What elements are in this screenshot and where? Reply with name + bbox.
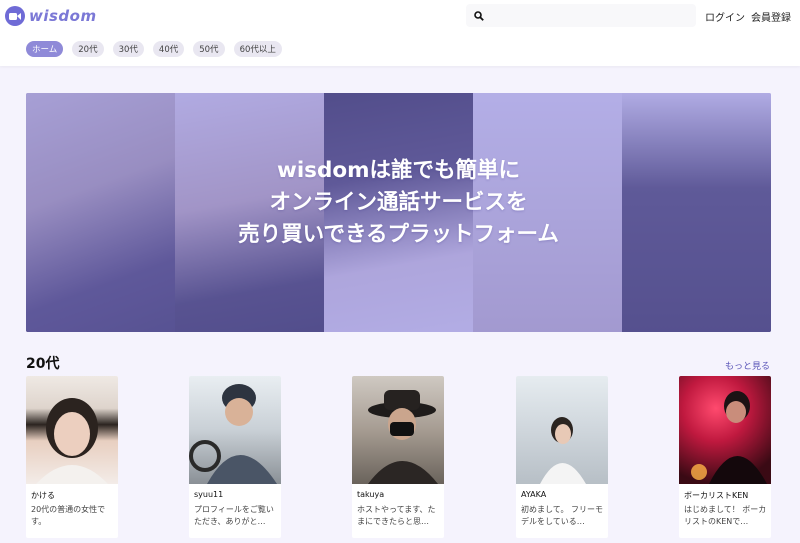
avatar [679,376,771,484]
card-name: takuya [357,490,385,499]
hero-line-3: 売り買いできるプラットフォーム [238,222,559,247]
card-name: かける [31,491,55,500]
card-description: プロフィールをご覧いただき、ありがと… [194,505,274,526]
category-tabs: ホーム 20代 30代 40代 50代 60代以上 [26,41,282,57]
tab-40s[interactable]: 40代 [152,41,185,57]
tab-20s[interactable]: 20代 [72,41,104,57]
card-description: 20代の普通の女性です。 [31,505,106,526]
profile-card[interactable]: ボーカリストKEN はじめまして！ ボーカリストのKENで… [679,376,771,538]
card-description: ホストやってます、たまにできたらと思… [357,505,436,526]
search-bar[interactable] [466,4,696,27]
card-description: 初めまして。 フリーモデルをしている… [521,505,604,526]
header: wisdom ログイン 会員登録 ホーム 20代 30代 40代 50代 60代… [0,0,800,66]
register-link[interactable]: 会員登録 [751,9,791,24]
card-description: はじめまして！ ボーカリストのKENで… [684,505,767,526]
profile-card[interactable]: takuya ホストやってます、たまにできたらと思… [352,376,444,538]
card-name: AYAKA [521,490,547,499]
hero-line-1: wisdomは誰でも簡単に [276,158,521,183]
logo[interactable]: wisdom [5,5,97,27]
search-icon [474,10,484,21]
login-link[interactable]: ログイン [705,9,745,24]
tab-50s[interactable]: 50代 [193,41,225,57]
avatar [352,376,444,484]
card-name: syuu11 [194,490,224,499]
search-input[interactable] [490,5,690,26]
profile-card[interactable]: syuu11 プロフィールをご覧いただき、ありがと… [189,376,281,538]
avatar [189,376,281,484]
profile-card[interactable]: かける 20代の普通の女性です。 [26,376,118,538]
hero-line-2: オンライン通話サービスを [269,190,528,215]
tab-30s[interactable]: 30代 [112,41,144,57]
logo-text: wisdom [29,7,97,25]
tab-home[interactable]: ホーム [26,41,64,57]
see-more-link[interactable]: もっと見る [725,359,770,372]
video-camera-icon [5,6,25,26]
card-name: ボーカリストKEN [684,491,749,500]
section-title: 20代 [26,356,60,372]
avatar [26,376,118,484]
hero-headline: wisdomは誰でも簡単に オンライン通話サービスを 売り買いできるプラットフォ… [26,155,771,251]
hero-banner: wisdomは誰でも簡単に オンライン通話サービスを 売り買いできるプラットフォ… [26,93,771,332]
profile-card[interactable]: AYAKA 初めまして。 フリーモデルをしている… [516,376,608,538]
tab-60s-plus[interactable]: 60代以上 [233,41,282,57]
avatar [516,376,608,484]
